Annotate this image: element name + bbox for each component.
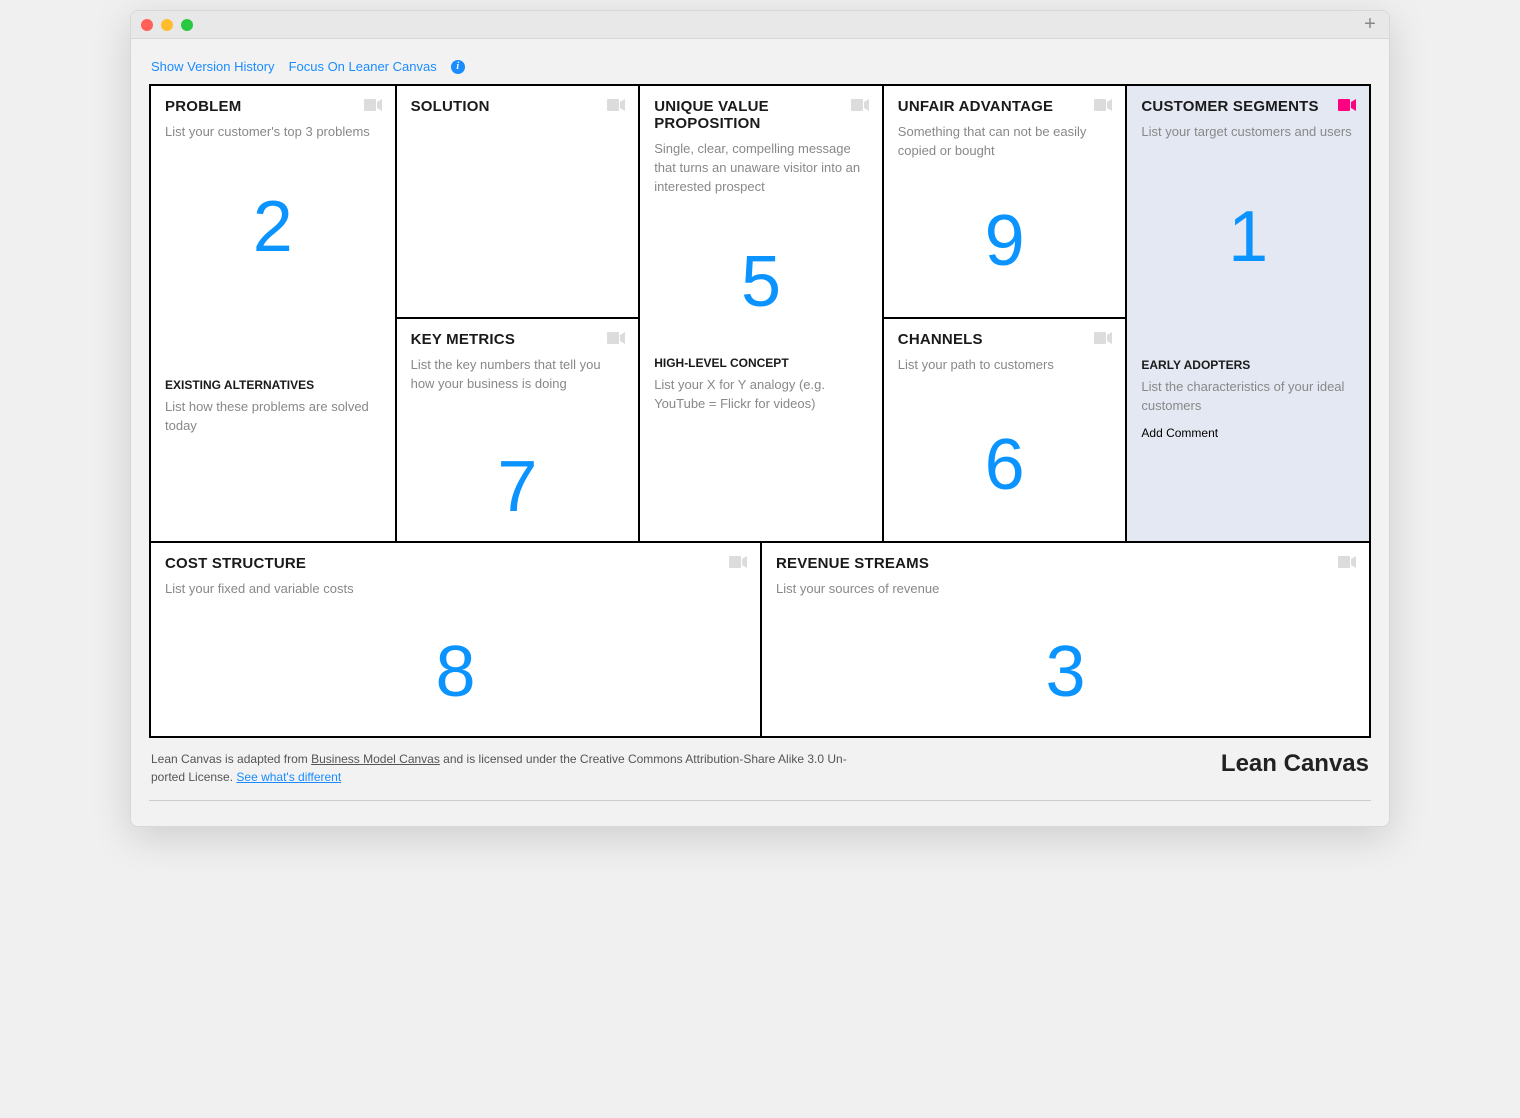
canvas-row-top: PROBLEM List your customer's top 3 probl… (151, 86, 1369, 541)
sub-title: EXISTING ALTERNATIVES (165, 378, 381, 392)
video-icon[interactable] (1338, 99, 1356, 111)
close-window-button[interactable] (141, 19, 153, 31)
add-comment-link[interactable]: Add Comment (1141, 426, 1355, 440)
traffic-lights (141, 19, 193, 31)
block-hint: List your sources of revenue (776, 580, 1355, 599)
video-icon (364, 99, 382, 111)
maximize-window-button[interactable] (181, 19, 193, 31)
block-revenue-streams[interactable]: REVENUE STREAMS List your sources of rev… (762, 543, 1369, 736)
block-title: REVENUE STREAMS (776, 555, 1355, 572)
see-whats-different-link[interactable]: See what's different (236, 770, 341, 784)
block-hint: List your target customers and users (1141, 123, 1355, 142)
block-hint: Something that can not be easily copied … (898, 123, 1112, 161)
block-title: CUSTOMER SEGMENTS (1141, 98, 1355, 115)
info-icon[interactable]: i (451, 60, 465, 74)
col-uvp: UNIQUE VALUE PROPOSITION Single, clear, … (638, 86, 882, 541)
minimize-window-button[interactable] (161, 19, 173, 31)
col-revenue: REVENUE STREAMS List your sources of rev… (760, 543, 1369, 736)
content-area: Show Version History Focus On Leaner Can… (131, 39, 1389, 826)
block-hint: List your customer's top 3 problems (165, 123, 381, 142)
block-customer-segments[interactable]: CUSTOMER SEGMENTS List your target custo… (1127, 86, 1369, 541)
sub-high-level-concept: HIGH-LEVEL CONCEPT List your X for Y ana… (654, 346, 868, 414)
col-customer-segments: CUSTOMER SEGMENTS List your target custo… (1125, 86, 1369, 541)
block-problem[interactable]: PROBLEM List your customer's top 3 probl… (151, 86, 395, 541)
brand-label: Lean Canvas (1221, 750, 1369, 778)
block-title: UNFAIR ADVANTAGE (898, 98, 1112, 115)
block-hint: List your path to customers (898, 356, 1112, 375)
block-number: 1 (1127, 201, 1369, 273)
block-hint: List the key numbers that tell you how y… (411, 356, 625, 394)
canvas-row-bottom: COST STRUCTURE List your fixed and varia… (151, 541, 1369, 736)
lean-canvas: PROBLEM List your customer's top 3 probl… (149, 84, 1371, 738)
toolbar: Show Version History Focus On Leaner Can… (149, 57, 1371, 84)
sub-title: HIGH-LEVEL CONCEPT (654, 356, 868, 370)
video-icon (729, 556, 747, 568)
plus-icon: + (1364, 13, 1376, 36)
sub-hint: List your X for Y analogy (e.g. YouTube … (654, 376, 868, 414)
block-title: CHANNELS (898, 331, 1112, 348)
video-icon (607, 99, 625, 111)
focus-leaner-canvas-link[interactable]: Focus On Leaner Canvas (289, 59, 437, 74)
block-hint: List your fixed and variable costs (165, 580, 746, 599)
block-title: KEY METRICS (411, 331, 625, 348)
block-hint: Single, clear, compelling message that t… (654, 140, 868, 197)
block-number: 6 (884, 429, 1126, 501)
video-icon (1094, 99, 1112, 111)
block-unfair-advantage[interactable]: UNFAIR ADVANTAGE Something that can not … (884, 86, 1126, 317)
video-icon (1338, 556, 1356, 568)
block-number: 7 (397, 451, 639, 523)
col-solution-metrics: SOLUTION KEY METRICS List the key number… (395, 86, 639, 541)
block-title: SOLUTION (411, 98, 625, 115)
sub-hint: List the characteristics of your ideal c… (1141, 378, 1355, 416)
business-model-canvas-link[interactable]: Business Model Canvas (311, 752, 440, 766)
footer: Lean Canvas is adapted from Business Mod… (149, 738, 1371, 786)
show-version-history-link[interactable]: Show Version History (151, 59, 275, 74)
block-number: 8 (151, 636, 760, 708)
block-number: 2 (151, 191, 395, 263)
col-problem: PROBLEM List your customer's top 3 probl… (151, 86, 395, 541)
block-key-metrics[interactable]: KEY METRICS List the key numbers that te… (397, 317, 639, 541)
block-number: 9 (884, 205, 1126, 277)
video-icon (851, 99, 869, 111)
block-number: 5 (640, 246, 882, 318)
video-icon (607, 332, 625, 344)
footer-attribution: Lean Canvas is adapted from Business Mod… (151, 750, 851, 786)
block-uvp[interactable]: UNIQUE VALUE PROPOSITION Single, clear, … (640, 86, 882, 541)
block-title: COST STRUCTURE (165, 555, 746, 572)
sub-hint: List how these problems are solved today (165, 398, 381, 436)
block-channels[interactable]: CHANNELS List your path to customers 6 (884, 317, 1126, 541)
col-unfair-channels: UNFAIR ADVANTAGE Something that can not … (882, 86, 1126, 541)
block-number: 3 (762, 636, 1369, 708)
footer-text-1: Lean Canvas is adapted from (151, 752, 311, 766)
block-solution[interactable]: SOLUTION (397, 86, 639, 317)
footer-divider (149, 800, 1371, 801)
app-window: + Show Version History Focus On Leaner C… (130, 10, 1390, 827)
video-icon (1094, 332, 1112, 344)
block-title: PROBLEM (165, 98, 381, 115)
add-tab-button[interactable]: + (1361, 16, 1379, 34)
block-cost-structure[interactable]: COST STRUCTURE List your fixed and varia… (151, 543, 760, 736)
col-cost: COST STRUCTURE List your fixed and varia… (151, 543, 760, 736)
sub-title: EARLY ADOPTERS (1141, 358, 1355, 372)
sub-existing-alternatives: EXISTING ALTERNATIVES List how these pro… (165, 368, 381, 436)
sub-early-adopters: EARLY ADOPTERS List the characteristics … (1141, 348, 1355, 440)
titlebar: + (131, 11, 1389, 39)
block-title: UNIQUE VALUE PROPOSITION (654, 98, 868, 132)
